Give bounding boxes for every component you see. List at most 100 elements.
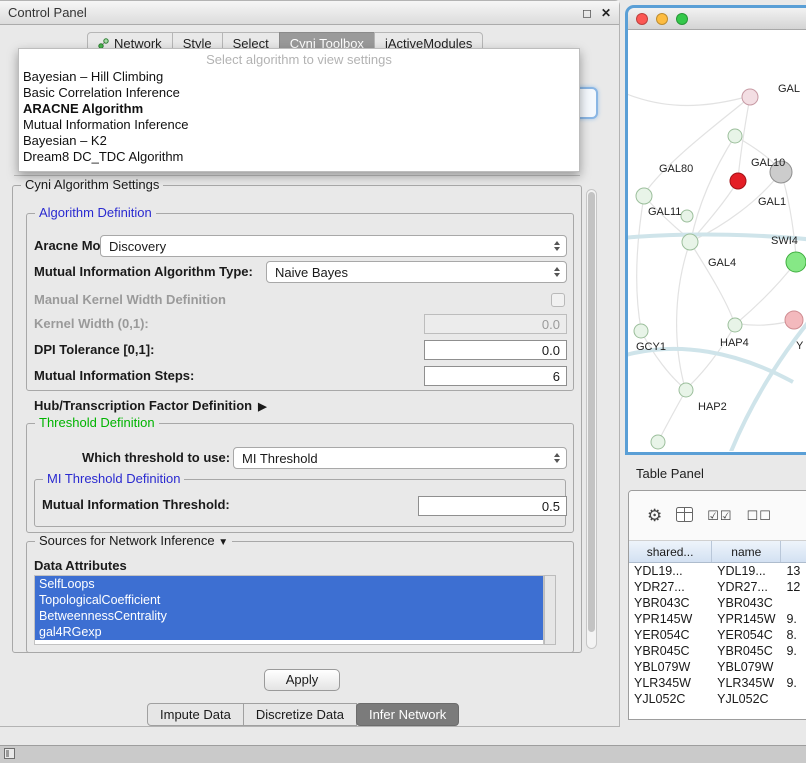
manual-kernel-checkbox[interactable] (551, 293, 565, 307)
table-cell: YLR345W (712, 675, 781, 691)
table-row[interactable]: YBR045CYBR045C9. (629, 643, 806, 659)
table-row[interactable]: YDL19...YDL19...13 (629, 563, 806, 579)
attributes-list-scrollbar[interactable] (544, 575, 556, 645)
attribute-item[interactable]: SelfLoops (35, 576, 543, 592)
table-cell: YDL19... (629, 563, 712, 579)
network-edge (738, 262, 796, 322)
show-checked-columns-icon[interactable]: ☑☑ (707, 507, 732, 524)
network-node[interactable] (636, 188, 652, 204)
float-window-icon[interactable]: ◻ (582, 7, 592, 19)
hide-columns-icon[interactable]: ☐☐ (747, 507, 772, 524)
network-node[interactable] (728, 318, 742, 332)
table-cell: YER054C (629, 627, 712, 643)
table-toolbar: ⚙ ☑☑ ☐☐ (629, 491, 806, 541)
expand-right-icon: ▶ (258, 401, 266, 413)
mi-steps-label: Mutual Information Steps: (34, 365, 194, 387)
dpi-tolerance-field[interactable]: 0.0 (424, 340, 567, 360)
network-edge (628, 92, 742, 106)
table-row[interactable]: YPR145WYPR145W9. (629, 611, 806, 627)
network-window-titlebar[interactable] (628, 8, 806, 30)
network-node[interactable] (730, 173, 746, 189)
columns-icon[interactable] (676, 507, 693, 525)
which-threshold-select[interactable]: MI Threshold (233, 447, 567, 469)
table-header: shared... name (629, 541, 806, 563)
attribute-item[interactable]: gal4RGexp (35, 624, 543, 640)
algorithm-option[interactable]: Bayesian – K2 (19, 133, 579, 149)
table-row[interactable]: YLR345WYLR345W9. (629, 675, 806, 691)
node-label: GCY1 (636, 341, 666, 353)
table-row[interactable]: YER054CYER054C8. (629, 627, 806, 643)
aracne-mode-select[interactable]: Discovery (100, 235, 567, 257)
column-header[interactable]: shared... (629, 541, 712, 562)
control-panel-titlebar[interactable]: Control Panel ◻ ✕ (0, 1, 619, 25)
tab-impute-data[interactable]: Impute Data (147, 703, 244, 726)
node-label: Y (796, 340, 804, 352)
table-cell: YPR145W (712, 611, 781, 627)
manual-kernel-label: Manual Kernel Width Definition (34, 289, 226, 311)
attribute-item[interactable]: TopologicalCoefficient (35, 592, 543, 608)
network-canvas[interactable]: GALGAL80GAL10GAL11GAL1SWI4GAL4GCY1HAP4YH… (628, 30, 806, 451)
expand-down-icon: ▼ (218, 537, 228, 548)
panel-dock-icon[interactable] (4, 748, 15, 759)
algorithm-option[interactable]: Basic Correlation Inference (19, 85, 579, 101)
algorithm-option[interactable]: Bayesian – Hill Climbing (19, 69, 579, 85)
algorithm-definition-title: Algorithm Definition (35, 205, 156, 221)
algorithm-option[interactable]: Mutual Information Inference (19, 117, 579, 133)
network-edge (637, 196, 644, 329)
table-row[interactable]: YBR043CYBR043C (629, 595, 806, 611)
node-label: HAP2 (698, 401, 727, 413)
table-row[interactable]: YDR27...YDR27...12 (629, 579, 806, 595)
mi-steps-field[interactable]: 6 (424, 366, 567, 386)
network-node[interactable] (682, 234, 698, 250)
attributes-list[interactable]: SelfLoopsTopologicalCoefficientBetweenne… (34, 575, 544, 645)
network-node[interactable] (728, 129, 742, 143)
chevron-updown-icon (548, 267, 566, 277)
table-row[interactable]: YBL079WYBL079W (629, 659, 806, 675)
table-cell: YBR043C (712, 595, 781, 611)
table-cell: YJL052C (712, 691, 781, 707)
zoom-traffic-light[interactable] (676, 13, 688, 25)
data-attributes-label: Data Attributes (34, 555, 127, 577)
algorithm-placeholder: Select algorithm to view settings (19, 51, 579, 69)
cyni-settings-title: Cyni Algorithm Settings (21, 177, 163, 193)
settings-scrollbar[interactable] (586, 189, 597, 649)
table-cell: 9. (781, 611, 806, 627)
network-node[interactable] (742, 89, 758, 105)
node-label: SWI4 (771, 235, 798, 247)
table-cell: YPR145W (629, 611, 712, 627)
network-node[interactable] (634, 324, 648, 338)
table-cell (781, 691, 806, 707)
attribute-item[interactable]: BetweennessCentrality (35, 608, 543, 624)
table-row[interactable]: YJL052CYJL052C (629, 691, 806, 707)
close-traffic-light[interactable] (636, 13, 648, 25)
table-cell: YDR27... (712, 579, 781, 595)
mi-type-select[interactable]: Naive Bayes (266, 261, 567, 283)
network-node[interactable] (679, 383, 693, 397)
minimize-traffic-light[interactable] (656, 13, 668, 25)
sources-toggle[interactable]: Sources for Network Inference ▼ (35, 533, 232, 551)
table-cell: 8. (781, 627, 806, 643)
network-node[interactable] (785, 311, 803, 329)
network-edge (659, 390, 686, 440)
table-panel-label: Table Panel (636, 466, 704, 481)
close-icon[interactable]: ✕ (601, 7, 611, 19)
node-label: GAL80 (659, 163, 693, 175)
column-header[interactable]: name (712, 541, 781, 562)
mi-threshold-field[interactable]: 0.5 (418, 496, 567, 516)
network-node[interactable] (786, 252, 806, 272)
network-view-window: GALGAL80GAL10GAL11GAL1SWI4GAL4GCY1HAP4YH… (628, 8, 806, 452)
column-header[interactable] (781, 541, 806, 562)
tab-infer-network[interactable]: Infer Network (356, 703, 459, 726)
network-edge (691, 136, 735, 240)
gear-icon[interactable]: ⚙ (647, 507, 662, 524)
tab-discretize-data[interactable]: Discretize Data (243, 703, 357, 726)
table-cell: 12 (781, 579, 806, 595)
kernel-width-field[interactable]: 0.0 (424, 314, 567, 334)
algorithm-option[interactable]: ARACNE Algorithm (19, 101, 579, 117)
network-node[interactable] (651, 435, 665, 449)
table-cell (781, 659, 806, 675)
table-cell: YDL19... (712, 563, 781, 579)
algorithm-option[interactable]: Dream8 DC_TDC Algorithm (19, 149, 579, 165)
apply-button[interactable]: Apply (264, 669, 340, 691)
network-node[interactable] (681, 210, 693, 222)
